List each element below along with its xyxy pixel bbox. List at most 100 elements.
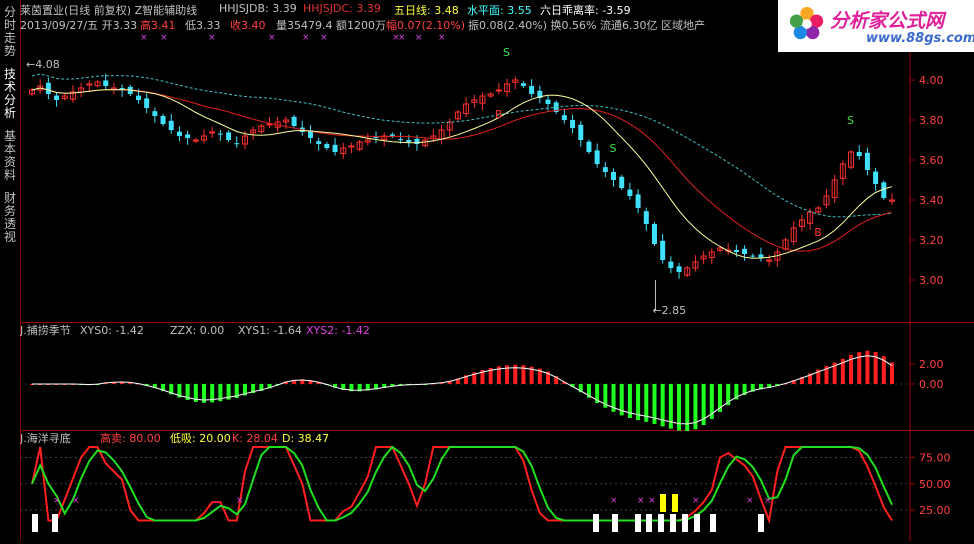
candle-body <box>602 167 608 172</box>
y-tick-label: 3.80 <box>919 114 944 127</box>
header-field: 2013/09/27/五 开3.33 <box>20 19 138 32</box>
candle-body <box>750 255 756 257</box>
candle-body <box>520 83 526 86</box>
panel3-field: K: 28.04 <box>232 432 278 445</box>
signal-block <box>32 514 38 532</box>
candle-body <box>570 120 576 128</box>
panel2-field: ZZX: 0.00 <box>170 324 224 337</box>
signal-block <box>710 514 716 532</box>
top-marker: × <box>140 33 148 43</box>
signal-block-yellow <box>660 494 666 512</box>
header-field: 振0.08(2.40%) 换0.56% 流通6.30亿 区域地产 <box>468 19 705 32</box>
y-tick-label: 0.00 <box>919 378 944 391</box>
top-marker: × <box>302 33 310 43</box>
logo-url: www.88gs.com <box>866 31 974 46</box>
signal-block <box>682 514 688 532</box>
candle-body <box>594 150 600 164</box>
y-tick-label: 2.00 <box>919 358 944 371</box>
candle-body <box>234 143 240 145</box>
top-marker: × <box>208 33 216 43</box>
candle-body <box>643 211 649 224</box>
candle-body <box>103 80 109 86</box>
panel2-field: XYS1: -1.64 <box>238 324 302 337</box>
y-tick-label: 75.00 <box>919 452 951 465</box>
tab-intraday[interactable]: 分时走势 <box>1 6 19 58</box>
candle-body <box>389 134 395 136</box>
signal-sell-label: S <box>503 46 510 59</box>
tab-technical-analysis[interactable]: 技术分析 <box>1 68 19 120</box>
candle-body <box>619 176 625 188</box>
header-field: 高3.41 <box>140 19 176 32</box>
low-price-label: ←2.85 <box>652 304 686 317</box>
flower-logo-icon <box>789 6 824 40</box>
y-tick-label: 3.40 <box>919 194 944 207</box>
candle-body <box>873 171 879 184</box>
header-field: HHJSJDC: 3.39 <box>303 2 381 15</box>
candle-body <box>742 248 748 254</box>
side-tab-bar: 分时走势 技术分析 基本资料 财务透视 <box>0 0 21 541</box>
top-marker: × <box>438 33 446 43</box>
site-logo: 分析家公式网 www.88gs.com <box>778 0 974 52</box>
candle-body <box>185 134 191 138</box>
y-tick-label: 25.00 <box>919 504 951 517</box>
y-tick-label: 3.60 <box>919 154 944 167</box>
signal-sell-label: S <box>847 114 854 127</box>
panel3-field: 高卖: 80.00 <box>100 431 161 445</box>
candle-body <box>406 140 412 142</box>
panel3-field: D: 38.47 <box>282 432 329 445</box>
long-ma-line <box>31 87 893 252</box>
candle-body <box>586 141 592 152</box>
bottom-marker: × <box>53 496 61 506</box>
panel3-field: 低吸: 20.00 <box>170 432 231 445</box>
candle-body <box>209 131 216 134</box>
signal-block-yellow <box>672 494 678 512</box>
candle-body <box>733 250 739 252</box>
candle-body <box>651 224 657 244</box>
y-tick-label: 3.00 <box>919 274 944 287</box>
tab-financials[interactable]: 财务透视 <box>1 192 19 244</box>
bottom-marker: × <box>764 496 772 506</box>
candle-body <box>495 89 502 92</box>
candle-body <box>627 189 633 196</box>
signal-block <box>694 514 700 532</box>
candle-body <box>160 116 166 124</box>
header-field: HHJSJDB: 3.39 <box>219 2 297 15</box>
panel2-field: XYS2: -1.42 <box>306 324 370 337</box>
candle-body <box>414 138 420 144</box>
candle-body <box>226 132 232 140</box>
candle-body <box>316 141 322 144</box>
header-field: 六日乖离率: -3.59 <box>540 4 631 17</box>
candle-body <box>45 82 51 94</box>
candle-body <box>168 120 174 130</box>
bottom-marker: × <box>692 496 700 506</box>
bottom-marker: × <box>236 496 244 506</box>
header-field: 水平面: 3.55 <box>467 4 532 17</box>
candle-body <box>332 144 338 152</box>
candle-body <box>291 116 297 126</box>
tab-fundamentals[interactable]: 基本资料 <box>1 130 19 182</box>
bottom-marker: × <box>610 496 618 506</box>
signal-block <box>758 514 764 532</box>
candle-body <box>578 124 584 140</box>
candle-body <box>676 266 682 272</box>
top-marker: × <box>398 33 406 43</box>
panel2-field: XYS0: -1.42 <box>80 324 144 337</box>
signal-buy-label: B <box>495 108 503 121</box>
candle-body <box>176 131 182 136</box>
bottom-marker: × <box>637 496 645 506</box>
candle-body <box>348 145 355 148</box>
chart-stage[interactable]: 莱茵置业(日线 前复权) Z智能辅助线 HHJSJDB: 3.39 HHJSJDC:… <box>19 0 974 544</box>
candle-body <box>324 144 330 148</box>
top-marker: × <box>160 33 168 43</box>
stock-chart[interactable]: 4.00 3.80 3.60 3.40 3.20 3.00 ←4.08 ←2.85 S S S B B ×… <box>19 0 974 541</box>
candle-body <box>398 139 404 141</box>
panel2-title: J.捕捞季节 <box>20 323 71 337</box>
candle-body <box>561 115 567 120</box>
header-field: 幅0.07(2.10%) <box>386 19 466 32</box>
top-marker: × <box>320 33 328 43</box>
candle-body <box>152 111 158 116</box>
signal-buy-label: B <box>814 226 822 239</box>
signal-block <box>635 514 641 532</box>
y-tick-label: 4.00 <box>919 74 944 87</box>
candle-body <box>135 95 141 100</box>
